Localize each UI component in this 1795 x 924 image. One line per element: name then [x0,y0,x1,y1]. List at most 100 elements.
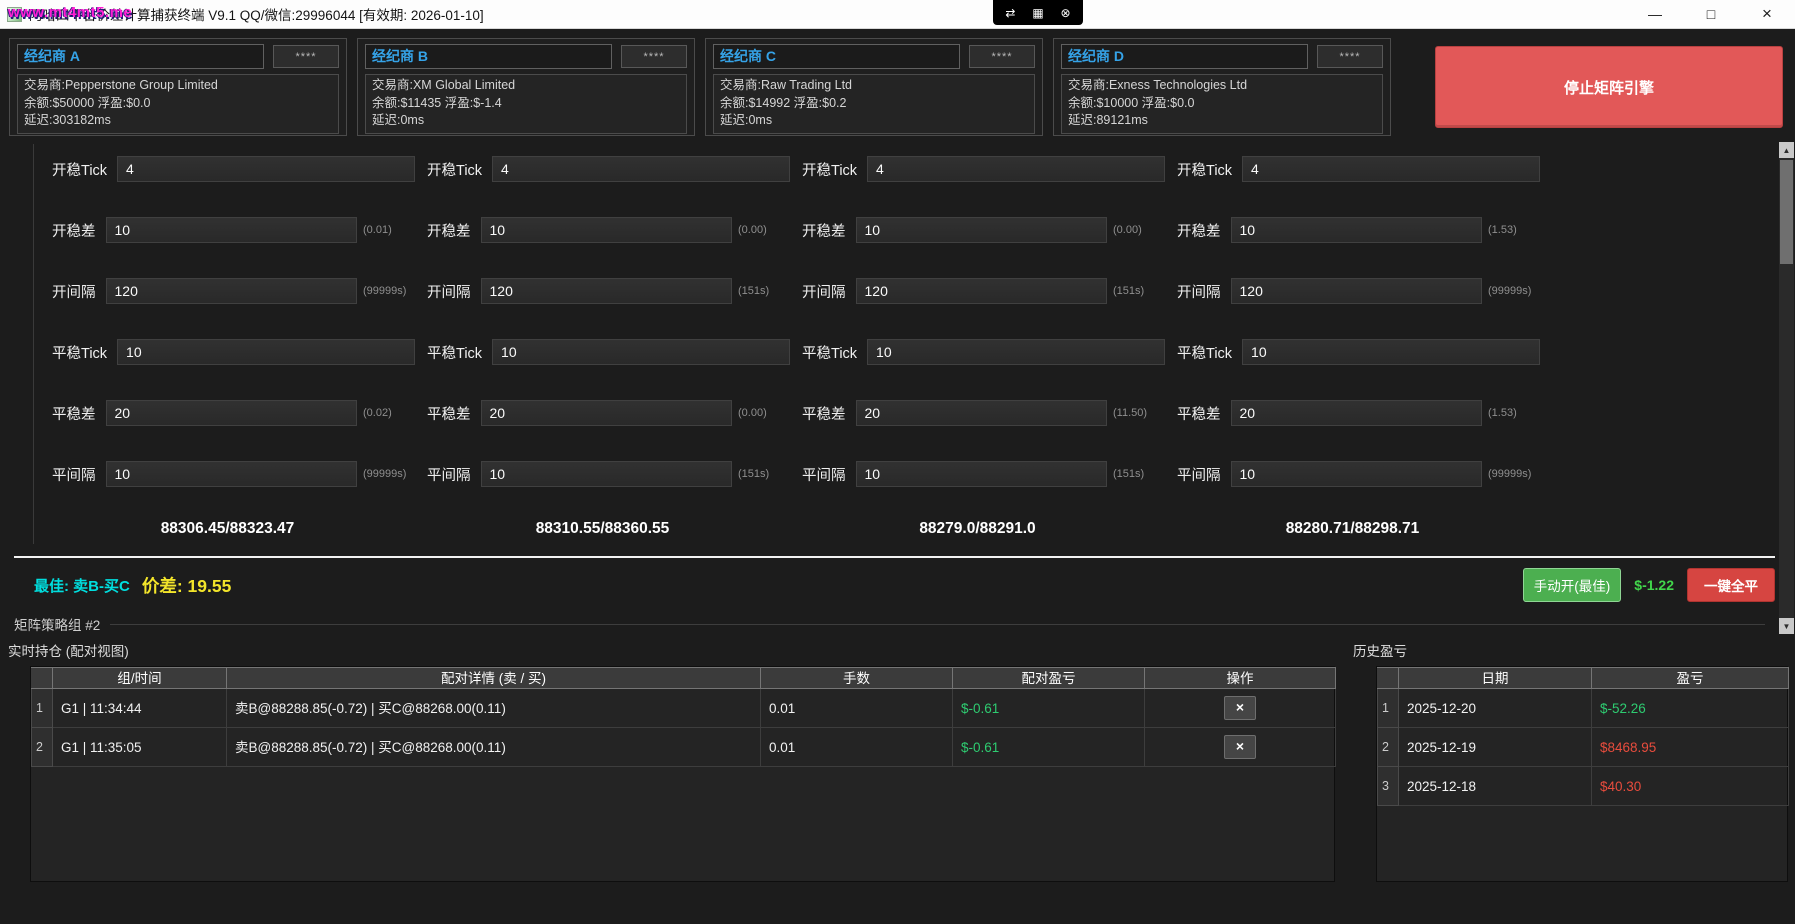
minimize-button[interactable]: — [1627,0,1683,28]
parameter-row: 开间隔 120 (99999s) [1165,278,1540,304]
parameter-input[interactable]: 10 [481,461,733,487]
parameter-label: 开稳差 [52,220,106,241]
broker-balance-line: 余额:$14992 浮盈:$0.2 [720,95,1028,113]
parameter-input[interactable]: 10 [867,339,1165,365]
parameter-input[interactable]: 20 [1231,400,1483,426]
column-header: 组/时间 [53,667,227,689]
parameter-annotation: (11.50) [1107,407,1165,419]
parameter-label: 平间隔 [1177,464,1231,485]
scrollbar-thumb[interactable] [1780,160,1793,264]
parameter-input[interactable]: 120 [856,278,1108,304]
parameter-row: 开稳差 10 (1.53) [1165,217,1540,243]
display-icon[interactable]: ▦ [1032,7,1043,19]
bid-ask-quote: 88310.55/88360.55 [415,520,790,538]
parameter-row: 开稳Tick 4 [1165,156,1540,182]
parameter-annotation: (0.00) [1107,224,1165,236]
parameter-label: 平间隔 [52,464,106,485]
close-all-button[interactable]: 一键全平 [1687,568,1775,602]
parameter-row: 开间隔 120 (151s) [790,278,1165,304]
date-cell: 2025-12-20 [1399,689,1592,728]
positions-table-body: 1 G1 | 11:34:44 卖B@88288.85(-0.72) | 买C@… [31,689,1334,767]
parameter-label: 平间隔 [802,464,856,485]
close-button[interactable]: × [1739,0,1795,28]
parameter-row: 平间隔 10 (151s) [415,461,790,487]
parameter-label: 开间隔 [1177,281,1231,302]
broker-info-box: 交易商:XM Global Limited 余额:$11435 浮盈:$-1.4… [365,74,687,134]
broker-info-box: 交易商:Exness Technologies Ltd 余额:$10000 浮盈… [1061,74,1383,134]
parameter-input[interactable]: 4 [867,156,1165,182]
column-header: 盈亏 [1592,667,1789,689]
parameter-input[interactable]: 4 [117,156,415,182]
parameter-annotation: (0.01) [357,224,415,236]
broker-panel: 经纪商 B **** 交易商:XM Global Limited 余额:$114… [357,38,695,136]
parameter-input[interactable]: 10 [856,461,1108,487]
operation-cell: × [1145,728,1336,767]
parameter-input[interactable]: 10 [856,217,1108,243]
broker-password-input[interactable]: **** [273,45,339,68]
parameter-input[interactable]: 20 [106,400,358,426]
history-table-header: 日期 盈亏 [1377,667,1787,689]
parameter-label: 开稳Tick [427,159,492,180]
parameter-label: 开稳差 [1177,220,1231,241]
broker-name-input[interactable]: 经纪商 C [713,44,960,69]
manual-open-button[interactable]: 手动开(最佳) [1523,568,1622,602]
parameter-input[interactable]: 120 [481,278,733,304]
broker-password-input[interactable]: **** [621,45,687,68]
broker-password-input[interactable]: **** [969,45,1035,68]
row-number: 3 [1377,767,1399,806]
broker-info-box: 交易商:Pepperstone Group Limited 余额:$50000 … [17,74,339,134]
broker-panel: 经纪商 A **** 交易商:Pepperstone Group Limited… [9,38,347,136]
stop-engine-button[interactable]: 停止矩阵引擎 [1435,46,1783,128]
parameter-label: 平稳Tick [52,342,117,363]
parameter-input[interactable]: 20 [481,400,733,426]
parameter-column: 开稳Tick 4 开稳差 10 (0.01) 开间隔 [40,156,415,522]
parameter-input[interactable]: 10 [106,217,358,243]
parameter-input[interactable]: 10 [1231,217,1483,243]
parameter-row: 平间隔 10 (99999s) [40,461,415,487]
window-controls: — □ × [1627,0,1795,28]
parameter-input[interactable]: 4 [1242,156,1540,182]
screenshare-icon[interactable]: ⇄ [1005,7,1015,19]
parameter-input[interactable]: 120 [106,278,358,304]
parameter-input[interactable]: 4 [492,156,790,182]
history-row[interactable]: 2 2025-12-19 $8468.95 [1377,728,1787,767]
position-row[interactable]: 1 G1 | 11:34:44 卖B@88288.85(-0.72) | 买C@… [31,689,1334,728]
parameter-input[interactable]: 20 [856,400,1108,426]
parameter-input[interactable]: 10 [1242,339,1540,365]
parameter-input[interactable]: 10 [1231,461,1483,487]
row-number: 2 [31,728,53,767]
parameter-annotation: (1.53) [1482,407,1540,419]
parameter-row: 开稳Tick 4 [415,156,790,182]
engine-button-wrap: 停止矩阵引擎 [1435,38,1783,136]
pair-detail-cell: 卖B@88288.85(-0.72) | 买C@88268.00(0.11) [227,689,761,728]
parameter-annotation: (0.00) [732,407,790,419]
broker-name-input[interactable]: 经纪商 D [1061,44,1308,69]
history-row[interactable]: 3 2025-12-18 $40.30 [1377,767,1787,806]
parameter-input[interactable]: 10 [106,461,358,487]
broker-password-input[interactable]: **** [1317,45,1383,68]
close-position-button[interactable]: × [1224,696,1256,720]
parameter-label: 开间隔 [427,281,481,302]
parameter-input[interactable]: 10 [492,339,790,365]
parameter-input[interactable]: 10 [481,217,733,243]
history-row[interactable]: 1 2025-12-20 $-52.26 [1377,689,1787,728]
column-header [31,667,53,689]
column-header: 操作 [1145,667,1336,689]
close-position-button[interactable]: × [1224,735,1256,759]
parameter-input[interactable]: 10 [117,339,415,365]
scroll-up-icon[interactable]: ▲ [1779,142,1794,158]
vertical-scrollbar[interactable]: ▲ ▼ [1779,142,1794,634]
parameter-label: 平稳Tick [1177,342,1242,363]
broker-name-input[interactable]: 经纪商 B [365,44,612,69]
parameter-input[interactable]: 120 [1231,278,1483,304]
position-row[interactable]: 2 G1 | 11:35:05 卖B@88288.85(-0.72) | 买C@… [31,728,1334,767]
parameter-annotation: (151s) [1107,285,1165,297]
row-number: 1 [31,689,53,728]
maximize-button[interactable]: □ [1683,0,1739,28]
broker-name-input[interactable]: 经纪商 A [17,44,264,69]
overlay-close-icon[interactable]: ⊗ [1061,7,1071,19]
parameter-row: 平稳差 20 (0.02) [40,400,415,426]
scroll-down-icon[interactable]: ▼ [1779,618,1794,634]
parameter-label: 开间隔 [52,281,106,302]
parameter-label: 开稳差 [427,220,481,241]
